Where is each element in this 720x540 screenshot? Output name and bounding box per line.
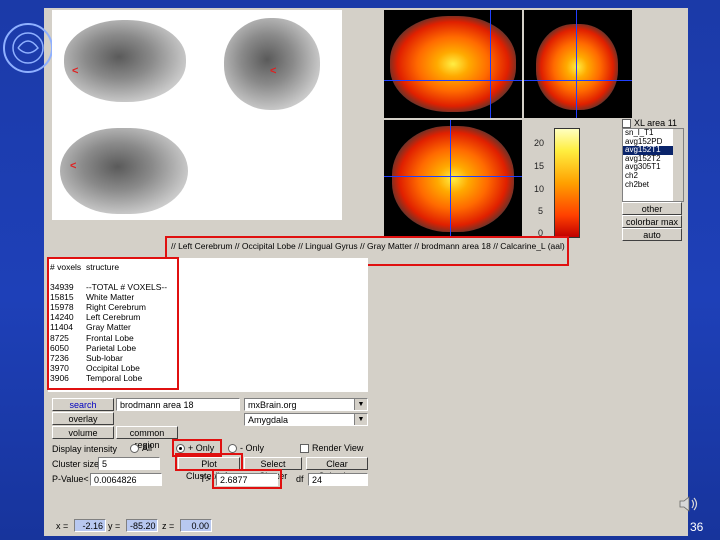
pvalue-input[interactable]: 0.0064826 <box>90 473 162 486</box>
xl-area-checkbox[interactable]: XL area 11 <box>622 118 678 129</box>
radio-all[interactable]: All <box>130 443 153 454</box>
xl-area-label: XL area 11 <box>634 118 678 128</box>
colorbar-tick: 20 <box>534 138 545 148</box>
colorbar-tick: 5 <box>538 206 544 216</box>
coronal-overlay-view[interactable] <box>524 10 632 118</box>
colorbar-max-button[interactable]: colorbar max <box>622 215 682 228</box>
coord-z-label: z = <box>162 521 175 531</box>
slide-number: 36 <box>690 520 704 534</box>
volume-button[interactable]: volume <box>52 426 114 439</box>
chevron-down-icon[interactable]: ▼ <box>354 399 367 410</box>
glass-brain-axial[interactable] <box>60 128 188 214</box>
common-region-button[interactable]: common region <box>116 426 178 450</box>
t-label: T> <box>200 474 211 484</box>
t-threshold-highlight <box>212 469 282 489</box>
clear-selection-button[interactable]: Clear Selection <box>306 457 368 481</box>
search-button[interactable]: search <box>52 398 114 411</box>
axial-overlay-view[interactable] <box>384 120 522 238</box>
database-value: mxBrain.org <box>248 400 297 410</box>
speaker-icon[interactable] <box>678 494 700 514</box>
search-input[interactable]: brodmann area 18 <box>116 398 240 411</box>
list-scrollbar[interactable] <box>673 129 683 201</box>
coord-y-input[interactable]: -85.20 <box>126 519 158 532</box>
template-listbox[interactable]: sn_l_T1 avg152PD avg152T1 avg152T2 avg30… <box>622 128 684 202</box>
coord-z-input[interactable]: 0.00 <box>180 519 212 532</box>
university-seal-logo <box>2 4 54 92</box>
location-marker: < <box>70 160 77 172</box>
overlay-value: Amygdala <box>248 415 289 425</box>
df-label: df <box>296 474 304 484</box>
radio-negative-label: - Only <box>240 443 265 453</box>
location-marker: < <box>270 65 277 77</box>
other-button[interactable]: other <box>622 202 682 215</box>
auto-button[interactable]: auto <box>622 228 682 241</box>
overlay-select[interactable]: Amygdala ▼ <box>244 413 368 426</box>
overlay-button[interactable]: overlay <box>52 412 114 425</box>
coord-x-input[interactable]: -2.16 <box>74 519 106 532</box>
sagittal-overlay-view[interactable] <box>384 10 522 118</box>
colorbar <box>554 128 580 238</box>
radio-all-label: All <box>142 443 153 453</box>
table-highlight <box>47 257 179 390</box>
coord-y-label: y = <box>108 521 121 531</box>
radio-negative-only[interactable]: - Only <box>228 443 265 454</box>
cluster-size-input[interactable]: 5 <box>98 457 160 470</box>
colorbar-tick: 15 <box>534 161 545 171</box>
location-marker: < <box>72 65 79 77</box>
glass-brain-sagittal[interactable] <box>64 20 186 102</box>
pvalue-label: P-Value< <box>52 474 89 484</box>
display-intensity-label: Display intensity <box>52 444 118 454</box>
render-view-label: Render View <box>312 443 364 453</box>
glass-brain-panel: < < < <box>52 10 342 220</box>
database-select[interactable]: mxBrain.org ▼ <box>244 398 368 411</box>
coord-x-label: x = <box>56 521 69 531</box>
chevron-down-icon[interactable]: ▼ <box>354 414 367 425</box>
df-input[interactable]: 24 <box>308 473 368 486</box>
colorbar-tick: 10 <box>534 184 545 194</box>
render-view-checkbox[interactable]: Render View <box>300 443 364 454</box>
glass-brain-coronal[interactable] <box>224 18 320 110</box>
